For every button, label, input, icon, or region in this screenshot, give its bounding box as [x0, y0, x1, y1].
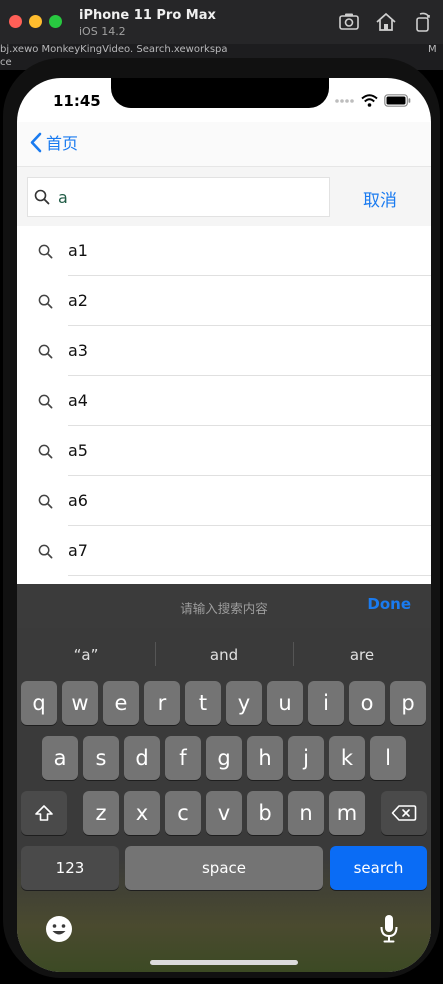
suggestion-3[interactable]: are — [293, 646, 431, 664]
key-t[interactable]: t — [185, 681, 221, 725]
signal-dots-icon — [335, 98, 354, 103]
screenshot-icon[interactable] — [337, 10, 361, 34]
key-b[interactable]: b — [247, 791, 283, 835]
key-f[interactable]: f — [165, 736, 201, 780]
key-c[interactable]: c — [165, 791, 201, 835]
search-icon — [38, 344, 53, 359]
key-m[interactable]: m — [329, 791, 365, 835]
key-y[interactable]: y — [226, 681, 262, 725]
key-d[interactable]: d — [124, 736, 160, 780]
status-time: 11:45 — [53, 92, 101, 110]
key-z[interactable]: z — [83, 791, 119, 835]
background-text: bj.xewo MonkeyKingVideo. Search.xeworksp… — [0, 44, 228, 55]
backspace-icon — [391, 805, 417, 821]
search-header: 取消 — [17, 166, 431, 226]
zoom-window-button[interactable] — [49, 15, 62, 28]
key-x[interactable]: x — [124, 791, 160, 835]
done-button[interactable]: Done — [367, 595, 411, 613]
minimize-window-button[interactable] — [29, 15, 42, 28]
row-divider — [68, 575, 431, 576]
list-item-label: a2 — [68, 291, 88, 310]
keyboard: “a” and are q w e r t y u i o p a s d f … — [17, 628, 431, 972]
search-input[interactable] — [58, 187, 308, 207]
list-item[interactable]: a6 — [17, 476, 431, 526]
close-window-button[interactable] — [9, 15, 22, 28]
list-item[interactable]: a2 — [17, 276, 431, 326]
search-results-list: a1 a2 a3 a4 a5 a6 a7 — [17, 226, 431, 576]
shift-icon — [35, 805, 53, 821]
suggestion-2[interactable]: and — [155, 646, 293, 664]
status-icons — [335, 94, 411, 107]
battery-icon — [384, 94, 411, 107]
search-key[interactable]: search — [330, 846, 427, 890]
search-icon — [38, 544, 53, 559]
list-item-label: a1 — [68, 241, 88, 260]
key-k[interactable]: k — [329, 736, 365, 780]
background-text-2: ce — [0, 57, 12, 68]
keyboard-accessory-bar: 请输入搜索内容 Done — [17, 584, 431, 628]
search-icon — [38, 294, 53, 309]
list-item-label: a3 — [68, 341, 88, 360]
chevron-left-icon — [30, 132, 42, 152]
simulator-title-bar: iPhone 11 Pro Max iOS 14.2 — [0, 0, 443, 48]
background-text-right: M — [428, 44, 437, 55]
search-icon — [34, 189, 50, 205]
key-n[interactable]: n — [288, 791, 324, 835]
key-v[interactable]: v — [206, 791, 242, 835]
os-version: iOS 14.2 — [79, 25, 126, 38]
key-e[interactable]: e — [103, 681, 139, 725]
key-s[interactable]: s — [83, 736, 119, 780]
list-item-label: a4 — [68, 391, 88, 410]
wifi-icon — [361, 94, 378, 107]
delete-key[interactable] — [381, 791, 427, 835]
notch — [111, 78, 329, 108]
list-item-label: a5 — [68, 441, 88, 460]
key-g[interactable]: g — [206, 736, 242, 780]
search-icon — [38, 444, 53, 459]
search-icon — [38, 244, 53, 259]
device-name: iPhone 11 Pro Max — [79, 8, 216, 23]
search-icon — [38, 394, 53, 409]
key-u[interactable]: u — [267, 681, 303, 725]
navigation-bar: 首页 — [17, 122, 431, 166]
home-indicator[interactable] — [150, 960, 298, 965]
key-w[interactable]: w — [62, 681, 98, 725]
list-item-label: a7 — [68, 541, 88, 560]
space-key[interactable]: space — [125, 846, 323, 890]
key-j[interactable]: j — [288, 736, 324, 780]
microphone-icon[interactable] — [379, 914, 399, 944]
key-r[interactable]: r — [144, 681, 180, 725]
phone-screen: 11:45 首页 a 取消 a1 a2 a3 a4 a5 a6 a7 请输入搜索… — [17, 78, 431, 972]
suggestion-1[interactable]: “a” — [17, 646, 155, 664]
key-q[interactable]: q — [21, 681, 57, 725]
search-box[interactable] — [27, 177, 330, 217]
list-item[interactable]: a7 — [17, 526, 431, 576]
numbers-key[interactable]: 123 — [21, 846, 119, 890]
list-item[interactable]: a5 — [17, 426, 431, 476]
list-item[interactable]: a4 — [17, 376, 431, 426]
back-label: 首页 — [46, 134, 79, 153]
key-o[interactable]: o — [349, 681, 385, 725]
home-icon[interactable] — [374, 10, 398, 34]
shift-key[interactable] — [21, 791, 67, 835]
list-item-label: a6 — [68, 491, 88, 510]
key-h[interactable]: h — [247, 736, 283, 780]
key-p[interactable]: p — [390, 681, 426, 725]
emoji-icon[interactable] — [45, 915, 73, 943]
key-i[interactable]: i — [308, 681, 344, 725]
key-a[interactable]: a — [42, 736, 78, 780]
cancel-button[interactable]: 取消 — [363, 186, 397, 211]
key-l[interactable]: l — [370, 736, 406, 780]
search-icon — [38, 494, 53, 509]
rotate-icon[interactable] — [411, 10, 435, 34]
list-item[interactable]: a1 — [17, 226, 431, 276]
back-button[interactable]: 首页 — [29, 130, 78, 154]
list-item[interactable]: a3 — [17, 326, 431, 376]
